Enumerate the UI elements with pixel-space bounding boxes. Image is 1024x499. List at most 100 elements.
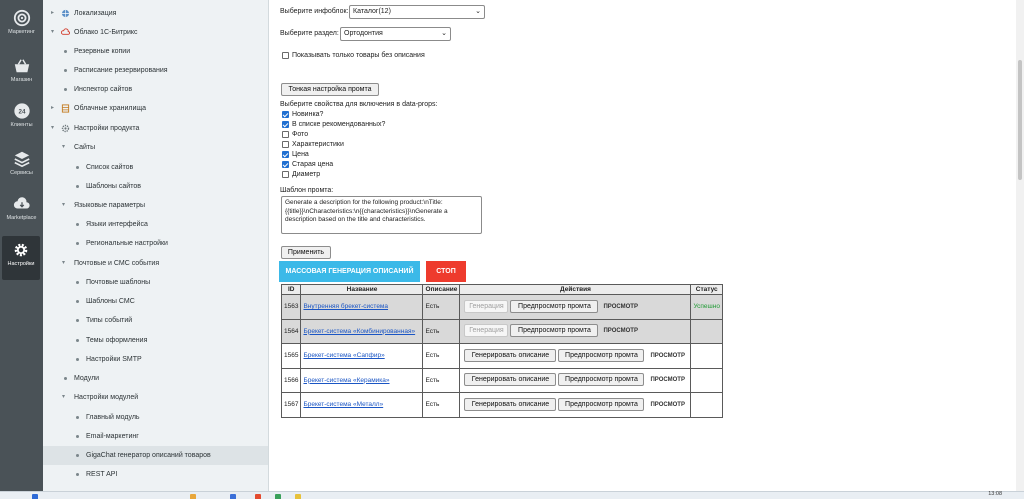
tree-item-mail-sms-events[interactable]: ▾ Почтовые и СМС события xyxy=(43,254,268,273)
tree-item-cloud-storage[interactable]: ▸ Облачные хранилища xyxy=(43,99,268,118)
tree-item-bitrix-cloud[interactable]: ▾ Облако 1С-Битрикс xyxy=(43,23,268,42)
rail-item-clients[interactable]: 24 Клиенты xyxy=(0,97,43,141)
tree-item-mail-templates[interactable]: Почтовые шаблоны xyxy=(43,273,268,292)
product-link[interactable]: Брекет-система «Металл» xyxy=(303,401,383,408)
product-link[interactable]: Внутренняя брекет-система xyxy=(303,303,388,310)
tree-item-themes[interactable]: Темы оформления xyxy=(43,331,268,350)
bitrix-cloud-icon xyxy=(61,28,70,35)
tree-item-rest-api[interactable]: REST API xyxy=(43,465,268,484)
tree-item-product-settings[interactable]: ▾ Настройки продукта xyxy=(43,119,268,138)
tree-item-site-inspector[interactable]: Инспектор сайтов xyxy=(43,80,268,99)
prompt-template-textarea[interactable]: Generate a description for the following… xyxy=(281,196,482,234)
tree-item-modules[interactable]: Модули xyxy=(43,369,268,388)
target-icon xyxy=(13,9,30,27)
tree-item-language-params[interactable]: ▾ Языковые параметры xyxy=(43,196,268,215)
prop-checkbox-old-price[interactable] xyxy=(282,161,289,168)
tree-item-event-types[interactable]: Типы событий xyxy=(43,311,268,330)
products-table: ID Название Описание Действия Статус 156… xyxy=(280,284,723,418)
product-link[interactable]: Брекет-система «Сапфир» xyxy=(303,352,384,359)
page-scrollbar[interactable] xyxy=(1016,0,1024,491)
cloud-download-icon xyxy=(13,197,30,209)
tree-item-site-templates[interactable]: Шаблоны сайтов xyxy=(43,177,268,196)
tree-item-sites[interactable]: ▾ Сайты xyxy=(43,138,268,157)
basket-icon xyxy=(14,59,29,73)
stop-button[interactable]: СТОП xyxy=(426,261,466,282)
bullet-icon xyxy=(76,339,79,342)
only-without-description-label: Показывать только товары без описания xyxy=(292,52,425,59)
cell-actions: Генерация Предпросмотр промта ПРОСМОТР xyxy=(459,294,692,320)
taskbar-app-icon[interactable] xyxy=(255,494,261,499)
tree-item-backups[interactable]: Резервные копии xyxy=(43,42,268,61)
cell-status xyxy=(690,343,723,369)
bullet-icon xyxy=(76,166,79,169)
preview-prompt-button[interactable]: Предпросмотр промта xyxy=(510,324,599,338)
tree-item-sms-templates[interactable]: Шаблоны СМС xyxy=(43,292,268,311)
generate-description-button[interactable]: Генерировать описание xyxy=(464,373,557,387)
prop-checkbox-new[interactable] xyxy=(282,111,289,118)
generate-button[interactable]: Генерация xyxy=(464,299,509,313)
weather-icon[interactable] xyxy=(190,494,196,499)
chevron-down-icon: ⌄ xyxy=(441,30,447,37)
iblock-select[interactable]: Каталог(12) ⌄ xyxy=(349,5,485,19)
taskbar-app-icon[interactable] xyxy=(275,494,281,499)
view-link[interactable]: ПРОСМОТР xyxy=(650,402,685,408)
bullet-icon xyxy=(64,88,67,91)
prop-checkbox-diameter[interactable] xyxy=(282,171,289,178)
product-link[interactable]: Брекет-система «Керамика» xyxy=(303,377,389,384)
chevron-down-icon: ▾ xyxy=(62,260,66,266)
table-header-row: ID Название Описание Действия Статус xyxy=(280,284,723,295)
rail-item-marketplace[interactable]: Marketplace xyxy=(0,190,43,234)
iblock-label: Выберите инфоблок: xyxy=(280,8,349,15)
rail-item-settings[interactable]: Настройки xyxy=(2,236,40,280)
tree-item-localization[interactable]: ▸ Локализация xyxy=(43,4,268,23)
section-select[interactable]: Ортодонтия ⌄ xyxy=(340,27,451,41)
generate-button[interactable]: Генерация xyxy=(464,324,509,338)
bullet-icon xyxy=(76,416,79,419)
tree-item-module-settings[interactable]: ▾ Настройки модулей xyxy=(43,388,268,407)
preview-prompt-button[interactable]: Предпросмотр промта xyxy=(558,397,645,411)
rail-item-services[interactable]: Сервисы xyxy=(0,145,43,189)
tree-item-interface-languages[interactable]: Языки интерфейса xyxy=(43,215,268,234)
generate-description-button[interactable]: Генерировать описание xyxy=(464,397,557,411)
tree-item-site-list[interactable]: Список сайтов xyxy=(43,158,268,177)
windows-start-icon[interactable] xyxy=(32,494,38,499)
bullet-icon xyxy=(64,377,67,380)
view-link[interactable]: ПРОСМОТР xyxy=(603,304,638,310)
column-header: Действия xyxy=(459,284,692,295)
rail-item-shop[interactable]: Магазин xyxy=(0,52,43,96)
prop-checkbox-characteristics[interactable] xyxy=(282,141,289,148)
bullet-icon xyxy=(76,185,79,188)
only-without-description-checkbox[interactable] xyxy=(282,52,289,59)
view-link[interactable]: ПРОСМОТР xyxy=(650,353,685,359)
bullet-icon xyxy=(76,454,79,457)
tree-item-backup-schedule[interactable]: Расписание резервирования xyxy=(43,61,268,80)
taskbar-app-icon[interactable] xyxy=(295,494,301,499)
tree-item-regional-settings[interactable]: Региональные настройки xyxy=(43,234,268,253)
cell-id: 1566 xyxy=(280,367,302,393)
fine-tune-prompt-button[interactable]: Тонкая настройка промта xyxy=(281,83,379,96)
prop-checkbox-photo[interactable] xyxy=(282,131,289,138)
mass-generation-button[interactable]: МАССОВАЯ ГЕНЕРАЦИЯ ОПИСАНИЙ xyxy=(279,261,420,282)
prop-checkbox-recommended[interactable] xyxy=(282,121,289,128)
generate-description-button[interactable]: Генерировать описание xyxy=(464,348,557,362)
taskbar-app-icon[interactable] xyxy=(230,494,236,499)
preview-prompt-button[interactable]: Предпросмотр промта xyxy=(558,348,645,362)
clock: 13:08 xyxy=(988,491,1002,497)
prop-checkbox-price[interactable] xyxy=(282,151,289,158)
apply-button[interactable]: Применить xyxy=(281,246,331,259)
bullet-icon xyxy=(64,50,67,53)
tree-item-gigachat-generator[interactable]: GigaChat генератор описаний товаров xyxy=(43,446,268,465)
tree-item-main-module[interactable]: Главный модуль xyxy=(43,408,268,427)
view-link[interactable]: ПРОСМОТР xyxy=(603,328,638,334)
scrollbar-thumb[interactable] xyxy=(1018,60,1022,180)
preview-prompt-button[interactable]: Предпросмотр промта xyxy=(558,373,645,387)
tree-item-smtp-settings[interactable]: Настройки SMTP xyxy=(43,350,268,369)
product-link[interactable]: Брекет-система «Комбинированная» xyxy=(303,328,415,335)
bullet-icon xyxy=(76,435,79,438)
tree-item-email-marketing[interactable]: Email-маркетинг xyxy=(43,427,268,446)
rail-item-marketing[interactable]: Маркетинг xyxy=(0,4,43,48)
preview-prompt-button[interactable]: Предпросмотр промта xyxy=(510,299,599,313)
view-link[interactable]: ПРОСМОТР xyxy=(650,377,685,383)
chevron-down-icon: ▾ xyxy=(51,29,55,35)
bullet-icon xyxy=(76,223,79,226)
